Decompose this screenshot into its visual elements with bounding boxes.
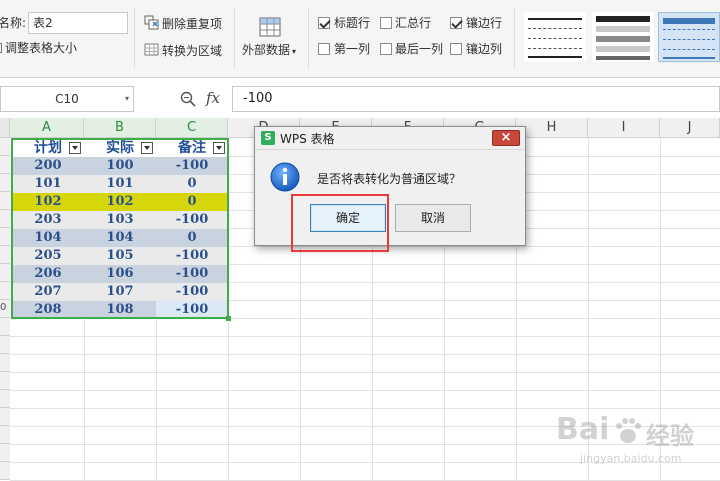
- row-header[interactable]: [0, 228, 10, 246]
- table-style-thumb-selected[interactable]: [658, 12, 720, 62]
- last-column-checkbox[interactable]: [380, 43, 392, 55]
- banded-rows-checkbox[interactable]: [450, 17, 462, 29]
- close-button[interactable]: ×: [492, 130, 520, 146]
- separator: [234, 8, 235, 68]
- cell-reference-box[interactable]: C10 ▾: [0, 86, 134, 112]
- row-header[interactable]: [0, 390, 10, 408]
- row-header[interactable]: [0, 282, 10, 300]
- row-header[interactable]: [0, 372, 10, 390]
- first-column-checkbox[interactable]: [318, 43, 330, 55]
- column-header-b[interactable]: B: [84, 118, 156, 138]
- column-header-j[interactable]: J: [660, 118, 720, 138]
- annotation-highlight-box: [291, 194, 389, 252]
- fill-handle[interactable]: [226, 316, 231, 321]
- chevron-down-icon: ▾: [124, 94, 129, 103]
- row-header-label: 0: [0, 302, 7, 313]
- header-row-checkbox[interactable]: [318, 17, 330, 29]
- total-row-label: 汇总行: [395, 16, 432, 30]
- convert-to-range-button[interactable]: 转换为区域: [144, 42, 222, 59]
- select-all-corner[interactable]: [0, 118, 10, 138]
- dialog-message: 是否将表转化为普通区域？: [317, 172, 462, 186]
- gridline-horizontal: [10, 408, 720, 409]
- row-header[interactable]: [0, 246, 10, 264]
- gridline-horizontal: [10, 354, 720, 355]
- baidu-watermark: Bai 经验 jingyan.baidu.com: [556, 412, 716, 476]
- gridline-horizontal: [10, 372, 720, 373]
- separator: [514, 8, 515, 68]
- resize-table-button[interactable]: 调整表格大小: [0, 40, 77, 56]
- formula-bar: C10 ▾ fx -100: [0, 86, 720, 112]
- banded-rows-label: 镶边行: [466, 16, 503, 30]
- banded-columns-label: 镶边列: [466, 42, 503, 56]
- banded-columns-checkbox[interactable]: [450, 43, 462, 55]
- table-range-border: [11, 138, 229, 319]
- wps-logo-icon: S: [261, 131, 275, 145]
- row-header[interactable]: [0, 156, 10, 174]
- separator: [134, 8, 135, 68]
- ribbon: 名称: 表2 调整表格大小 删除重复项 转换为区域 外部数据 ▾ 标题行 汇总行 …: [0, 0, 720, 78]
- row-header[interactable]: [0, 462, 10, 480]
- header-row-label: 标题行: [334, 16, 371, 30]
- column-header-c[interactable]: C: [156, 118, 228, 138]
- table-style-thumb[interactable]: [592, 12, 654, 62]
- formula-input[interactable]: -100: [232, 86, 720, 112]
- row-header[interactable]: [0, 444, 10, 462]
- resize-icon: [0, 43, 2, 53]
- gridline-horizontal: [10, 336, 720, 337]
- row-header[interactable]: [0, 318, 10, 336]
- row-header[interactable]: [0, 210, 10, 228]
- table-name-label: 名称:: [0, 16, 27, 30]
- remove-duplicates-icon: [144, 15, 159, 30]
- zoom-icon[interactable]: [180, 91, 196, 107]
- remove-duplicates-button[interactable]: 删除重复项: [144, 15, 222, 32]
- row-header[interactable]: [0, 264, 10, 282]
- total-row-checkbox[interactable]: [380, 17, 392, 29]
- column-header-i[interactable]: I: [588, 118, 660, 138]
- info-icon: [270, 162, 300, 192]
- gridline-horizontal: [10, 390, 720, 391]
- dropdown-arrow-icon: ▾: [292, 47, 297, 56]
- column-header-h[interactable]: H: [516, 118, 588, 138]
- last-column-label: 最后一列: [395, 42, 444, 56]
- external-data-button[interactable]: 外部数据 ▾: [238, 12, 300, 66]
- external-data-label: 外部数据 ▾: [242, 43, 297, 57]
- row-header[interactable]: [0, 426, 10, 444]
- row-header[interactable]: [0, 192, 10, 210]
- watermark-url: jingyan.baidu.com: [580, 452, 682, 465]
- table-name-input[interactable]: 表2: [28, 12, 128, 34]
- separator: [308, 8, 309, 68]
- watermark-brand: Bai: [556, 412, 610, 447]
- dialog-title: WPS 表格: [280, 132, 335, 146]
- external-data-icon: [259, 17, 281, 37]
- watermark-brand-suffix: 经验: [646, 422, 694, 450]
- function-icon[interactable]: fx: [206, 89, 220, 107]
- dialog-titlebar: S WPS 表格 ×: [255, 127, 525, 149]
- paw-icon: [616, 418, 641, 443]
- row-header[interactable]: [0, 174, 10, 192]
- cell-reference: C10: [55, 92, 79, 106]
- column-header-a[interactable]: A: [10, 118, 84, 138]
- row-header[interactable]: [0, 138, 10, 156]
- table-style-thumb[interactable]: [524, 12, 586, 62]
- convert-range-icon: [144, 43, 159, 56]
- row-header[interactable]: [0, 354, 10, 372]
- row-header[interactable]: [0, 408, 10, 426]
- row-header[interactable]: [0, 336, 10, 354]
- first-column-label: 第一列: [334, 42, 371, 56]
- cancel-button[interactable]: 取消: [395, 204, 471, 232]
